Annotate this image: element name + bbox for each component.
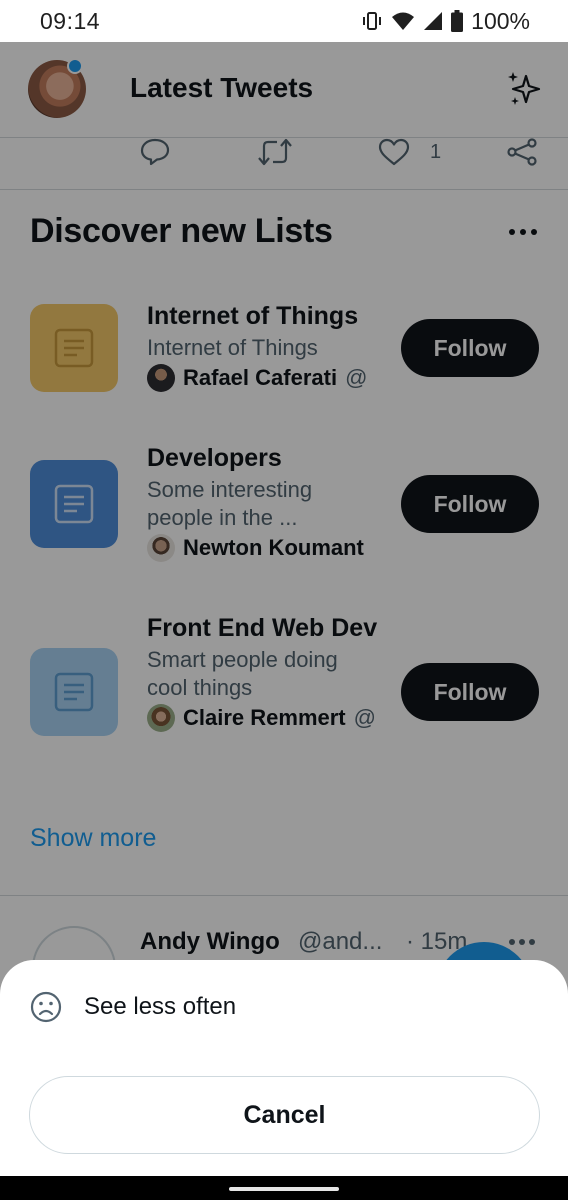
- battery-icon: [451, 10, 464, 32]
- wifi-icon: [392, 12, 415, 30]
- battery-percent: 100%: [471, 7, 530, 34]
- screen: 09:14 100% Latest Tweets 1 Discover new …: [0, 0, 568, 1200]
- status-time: 09:14: [40, 8, 101, 34]
- signal-icon: [424, 12, 443, 30]
- cancel-button[interactable]: Cancel: [29, 1076, 540, 1154]
- status-bar: 09:14 100%: [0, 0, 568, 42]
- frown-icon: [30, 991, 62, 1023]
- status-icons: 100%: [361, 8, 530, 34]
- navigation-bar: [0, 1176, 568, 1200]
- see-less-often-option[interactable]: See less often: [0, 982, 568, 1032]
- bottom-sheet: See less often Cancel: [0, 960, 568, 1176]
- vibrate-icon: [363, 12, 382, 30]
- see-less-often-label: See less often: [84, 993, 237, 1020]
- home-indicator[interactable]: [229, 1187, 339, 1191]
